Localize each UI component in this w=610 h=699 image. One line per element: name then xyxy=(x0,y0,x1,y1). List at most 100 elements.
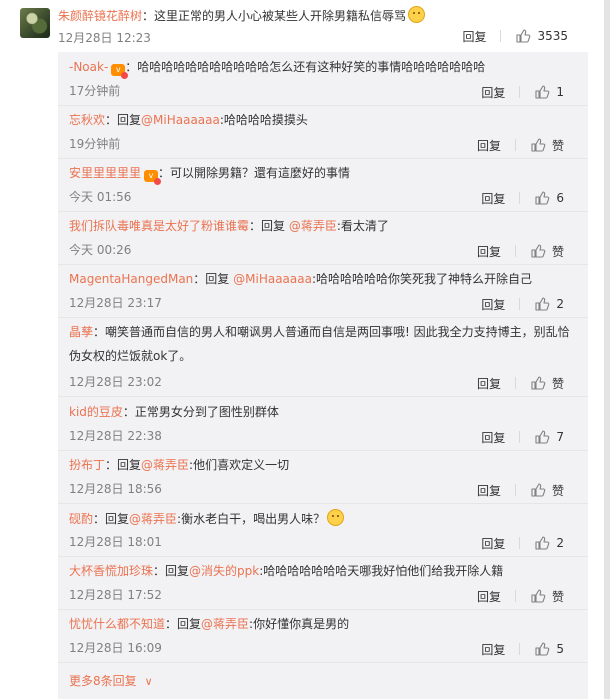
mention-link[interactable]: @蒋弄臣 xyxy=(289,219,337,233)
reply-prefix: ：回复 xyxy=(105,113,142,127)
like-button[interactable]: 5 xyxy=(534,641,564,657)
like-count: 2 xyxy=(556,536,564,550)
reply-button[interactable]: 回复 xyxy=(477,375,501,392)
reply-button[interactable]: 回复 xyxy=(481,84,505,101)
like-button[interactable]: 2 xyxy=(534,296,564,312)
reply-button[interactable]: 回复 xyxy=(481,190,505,207)
mention-link[interactable]: @消失的ppk xyxy=(189,564,259,578)
like-button[interactable]: 7 xyxy=(534,429,564,445)
reply-time: 12月28日 23:02 xyxy=(69,375,162,389)
avatar[interactable] xyxy=(20,8,50,38)
reply-button[interactable]: 回复 xyxy=(481,535,505,552)
reply-prefix: ：回复 xyxy=(153,564,190,578)
reply-item: -Noak-v ：哈哈哈哈哈哈哈哈哈哈哈怎么还有这种好笑的事情哈哈哈哈哈哈哈 17分… xyxy=(58,52,588,106)
mention-link[interactable]: @蒋弄臣 xyxy=(141,458,189,472)
reply-user[interactable]: 我们拆队毒唯真是太好了粉谁谁霉 xyxy=(69,219,249,233)
divider xyxy=(519,643,521,655)
thumbs-up-icon xyxy=(531,244,546,258)
main-comment-time: 12月28日 12:23 xyxy=(58,31,151,45)
reply-user[interactable]: 忘秋欢 xyxy=(69,113,105,127)
main-comment-text: 朱颜醉镜花醉树：这里正常的男人小心被某些人开除男籍私信辱骂 xyxy=(58,6,426,25)
thumbs-up-icon xyxy=(535,642,550,656)
reply-button[interactable]: 回复 xyxy=(481,641,505,658)
reply-user[interactable]: 晶孳 xyxy=(69,325,93,339)
like-button[interactable]: 3535 xyxy=(515,28,568,44)
reply-prefix: ：回复 xyxy=(249,219,289,233)
reply-text: 大杯香慌加珍珠：回复@消失的ppk:哈哈哈哈哈哈哈天哪我好怕他们给我开除人籍 xyxy=(69,562,503,580)
mention-link[interactable]: @MiHaaaaaa xyxy=(233,272,312,286)
divider xyxy=(514,590,516,602)
reply-item: 忧忧什么都不知道：回复@蒋弄臣:你好懂你真是男的 12月28日 16:09 回复 5 xyxy=(58,609,588,663)
reply-content: ：嘲笑普通而自信的男人和嘲讽男人普通而自信是两回事哦! 因此我全力支持博主，别乱… xyxy=(69,325,570,363)
reply-user[interactable]: -Noak- xyxy=(69,60,108,74)
reply-item: 晶孳：嘲笑普通而自信的男人和嘲讽男人普通而自信是两回事哦! 因此我全力支持博主，… xyxy=(58,317,588,397)
reply-item: 扮布丁：回复@蒋弄臣:他们喜欢定义一切 12月28日 18:56 回复 赞 xyxy=(58,450,588,504)
like-button[interactable]: 赞 xyxy=(530,482,564,499)
reply-content: :衡水老白干，喝出男人味？ xyxy=(177,512,326,526)
reply-user[interactable]: 安里里里里里 xyxy=(69,166,141,180)
like-button[interactable]: 1 xyxy=(534,84,564,100)
mention-link[interactable]: @蒋弄臣 xyxy=(129,512,177,526)
reply-content: ：可以開除男籍？還有這麼好的事情 xyxy=(158,166,351,180)
reply-actions: 回复 2 xyxy=(481,294,564,314)
reply-item: 砚酌：回复@蒋弄臣:衡水老白干，喝出男人味？ 12月28日 18:01 回复 2 xyxy=(58,503,588,557)
reply-button[interactable]: 回复 xyxy=(477,588,501,605)
reply-actions: 回复 赞 xyxy=(477,135,564,155)
divider xyxy=(514,139,516,151)
reply-actions: 回复 5 xyxy=(481,639,564,659)
like-button[interactable]: 2 xyxy=(534,535,564,551)
divider xyxy=(514,484,516,496)
reply-user[interactable]: 大杯香慌加珍珠 xyxy=(69,564,153,578)
thumbs-up-icon xyxy=(535,85,550,99)
reply-button[interactable]: 回复 xyxy=(477,482,501,499)
main-comment-user[interactable]: 朱颜醉镜花醉树 xyxy=(58,9,142,23)
reply-user[interactable]: 忧忧什么都不知道 xyxy=(69,617,165,631)
like-count: 赞 xyxy=(551,244,564,259)
mention-link[interactable]: @MiHaaaaaa xyxy=(141,113,220,127)
reply-actions: 回复 赞 xyxy=(477,586,564,606)
reply-time: 12月28日 23:17 xyxy=(69,296,162,310)
reply-user[interactable]: 扮布丁 xyxy=(69,458,105,472)
mention-link[interactable]: @蒋弄臣 xyxy=(201,617,249,631)
reply-actions: 回复 赞 xyxy=(477,373,564,393)
reply-time: 17分钟前 xyxy=(69,84,121,98)
reply-button[interactable]: 回复 xyxy=(477,137,501,154)
reply-content: :他们喜欢定义一切 xyxy=(189,458,290,472)
divider xyxy=(519,537,521,549)
reply-text: 砚酌：回复@蒋弄臣:衡水老白干，喝出男人味？ xyxy=(69,509,345,528)
like-count: 赞 xyxy=(551,376,564,391)
reply-time: 今天 00:26 xyxy=(69,243,132,257)
reply-button[interactable]: 回复 xyxy=(462,28,486,45)
reply-time: 12月28日 22:38 xyxy=(69,429,162,443)
vip-badge-icon: v xyxy=(144,170,162,185)
like-button[interactable]: 赞 xyxy=(530,375,564,392)
reply-text: -Noak-v ：哈哈哈哈哈哈哈哈哈哈哈怎么还有这种好笑的事情哈哈哈哈哈哈哈 xyxy=(69,58,485,79)
reply-user[interactable]: 砚酌 xyxy=(69,512,93,526)
more-replies-link[interactable]: 更多8条回复 ∨ xyxy=(69,672,153,689)
reply-button[interactable]: 回复 xyxy=(481,296,505,313)
like-button[interactable]: 6 xyxy=(534,190,564,206)
chevron-down-icon: ∨ xyxy=(144,675,153,688)
divider xyxy=(514,245,516,257)
reply-content: ：正常男女分到了图性别群体 xyxy=(122,405,279,419)
like-button[interactable]: 赞 xyxy=(530,588,564,605)
like-button[interactable]: 赞 xyxy=(530,137,564,154)
reply-actions: 回复 2 xyxy=(481,533,564,553)
reply-text: 扮布丁：回复@蒋弄臣:他们喜欢定义一切 xyxy=(69,456,289,474)
divider xyxy=(500,30,502,42)
reply-button[interactable]: 回复 xyxy=(477,243,501,260)
reply-item: 我们拆队毒唯真是太好了粉谁谁霉：回复 @蒋弄臣:看太清了 今天 00:26 回复 赞 xyxy=(58,211,588,265)
reply-button[interactable]: 回复 xyxy=(481,429,505,446)
reply-time: 12月28日 16:09 xyxy=(69,641,162,655)
main-comment-content: ：这里正常的男人小心被某些人开除男籍私信辱骂 xyxy=(142,9,407,23)
reply-text: MagentaHangedMan：回复 @MiHaaaaaa:哈哈哈哈哈哈你笑死… xyxy=(69,270,532,288)
reply-text: 晶孳：嘲笑普通而自信的男人和嘲讽男人普通而自信是两回事哦! 因此我全力支持博主，… xyxy=(69,320,574,368)
like-count: 1 xyxy=(556,85,564,99)
scrollbar-track[interactable] xyxy=(604,0,610,699)
like-button[interactable]: 赞 xyxy=(530,243,564,260)
thumbs-up-icon xyxy=(535,430,550,444)
divider xyxy=(519,192,521,204)
reply-user[interactable]: kid的豆皮 xyxy=(69,405,123,419)
divider xyxy=(519,431,521,443)
reply-user[interactable]: MagentaHangedMan xyxy=(69,272,193,286)
